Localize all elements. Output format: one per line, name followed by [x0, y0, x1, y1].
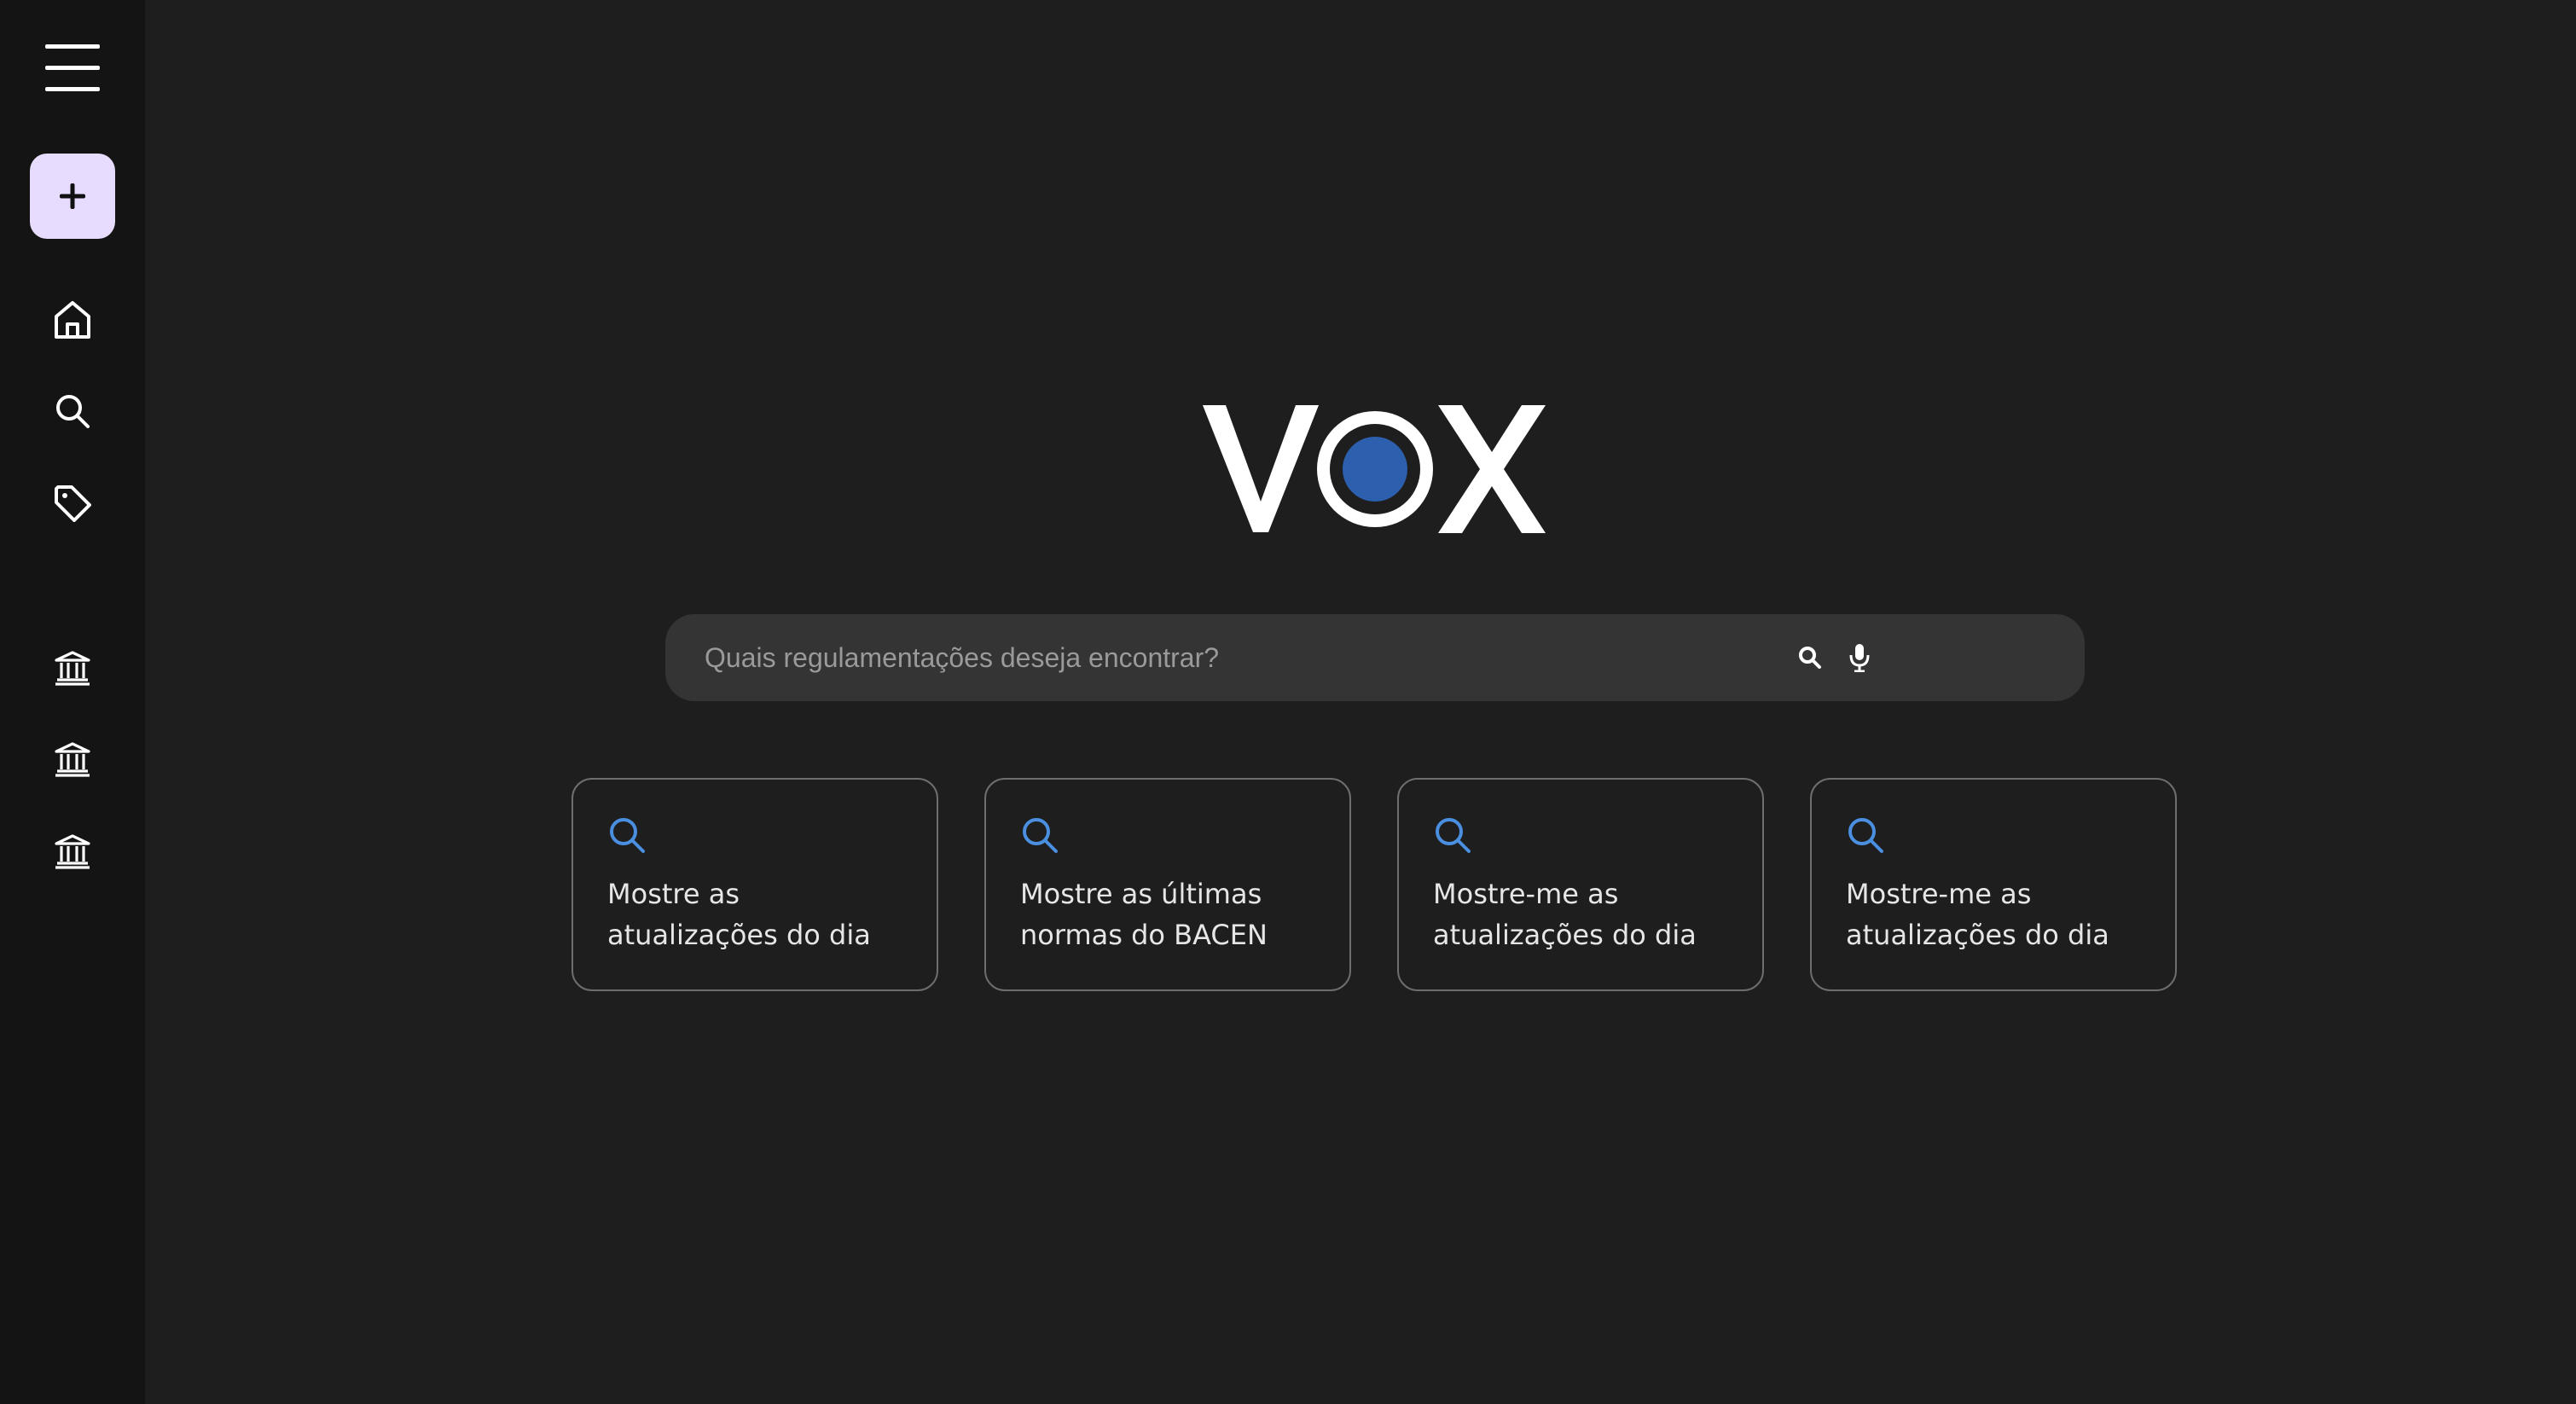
search-bar	[665, 614, 2085, 701]
suggestion-text: Mostre as atualizações do dia	[607, 873, 923, 955]
search-input[interactable]	[705, 614, 1899, 701]
plus-icon	[60, 183, 85, 209]
search-icon	[1799, 647, 1821, 669]
logo-dot	[1343, 437, 1407, 502]
sidebar-item-institution-2[interactable]	[30, 717, 115, 802]
menu-button[interactable]	[30, 26, 115, 111]
menu-icon	[45, 44, 100, 91]
tag-icon	[55, 485, 91, 522]
search-icon	[1023, 818, 1058, 853]
suggestion-line: atualizações do dia	[1433, 919, 1697, 951]
suggestion-text: Mostre-me as atualizações do dia	[1846, 873, 2161, 955]
search-icon	[1436, 818, 1471, 853]
suggestion-line: Mostre-me as	[1433, 878, 1619, 910]
suggestion-line: Mostre as últimas	[1020, 878, 1262, 910]
suggestion-text: Mostre as últimas normas do BACEN	[1020, 873, 1336, 955]
vox-logo	[1203, 405, 1546, 533]
suggestion-text: Mostre-me as atualizações do dia	[1433, 873, 1749, 955]
sidebar	[0, 0, 145, 1404]
home-icon	[55, 301, 90, 339]
sidebar-item-home[interactable]	[30, 277, 115, 363]
suggestion-card[interactable]: Mostre-me as atualizações do dia	[1810, 778, 2177, 991]
suggestion-card[interactable]: Mostre as últimas normas do BACEN	[984, 778, 1351, 991]
suggestion-line: Mostre-me as	[1846, 878, 2032, 910]
sidebar-item-tags[interactable]	[30, 461, 115, 546]
suggestion-line: normas do BACEN	[1020, 919, 1268, 951]
bank-icon	[55, 742, 90, 777]
app-root: Mostre as atualizações do dia Mostre as …	[0, 0, 2576, 1404]
suggestion-line: atualizações do dia	[1846, 919, 2109, 951]
suggestion-line: Mostre as	[607, 878, 740, 910]
voice-search-button[interactable]	[1842, 641, 1877, 675]
sidebar-item-institution-1[interactable]	[30, 625, 115, 711]
search-icon	[610, 818, 645, 853]
bank-icon	[55, 651, 90, 686]
suggestion-card[interactable]: Mostre-me as atualizações do dia	[1397, 778, 1764, 991]
sidebar-item-search[interactable]	[30, 368, 115, 454]
sidebar-item-institution-3[interactable]	[30, 809, 115, 894]
bank-icon	[55, 834, 90, 869]
search-icon	[56, 395, 90, 428]
suggestion-card[interactable]: Mostre as atualizações do dia	[571, 778, 938, 991]
search-icon	[1848, 818, 1883, 853]
new-button[interactable]	[30, 154, 115, 239]
search-submit-button[interactable]	[1793, 641, 1827, 675]
suggestion-line: atualizações do dia	[607, 919, 871, 951]
microphone-icon	[1849, 644, 1870, 672]
